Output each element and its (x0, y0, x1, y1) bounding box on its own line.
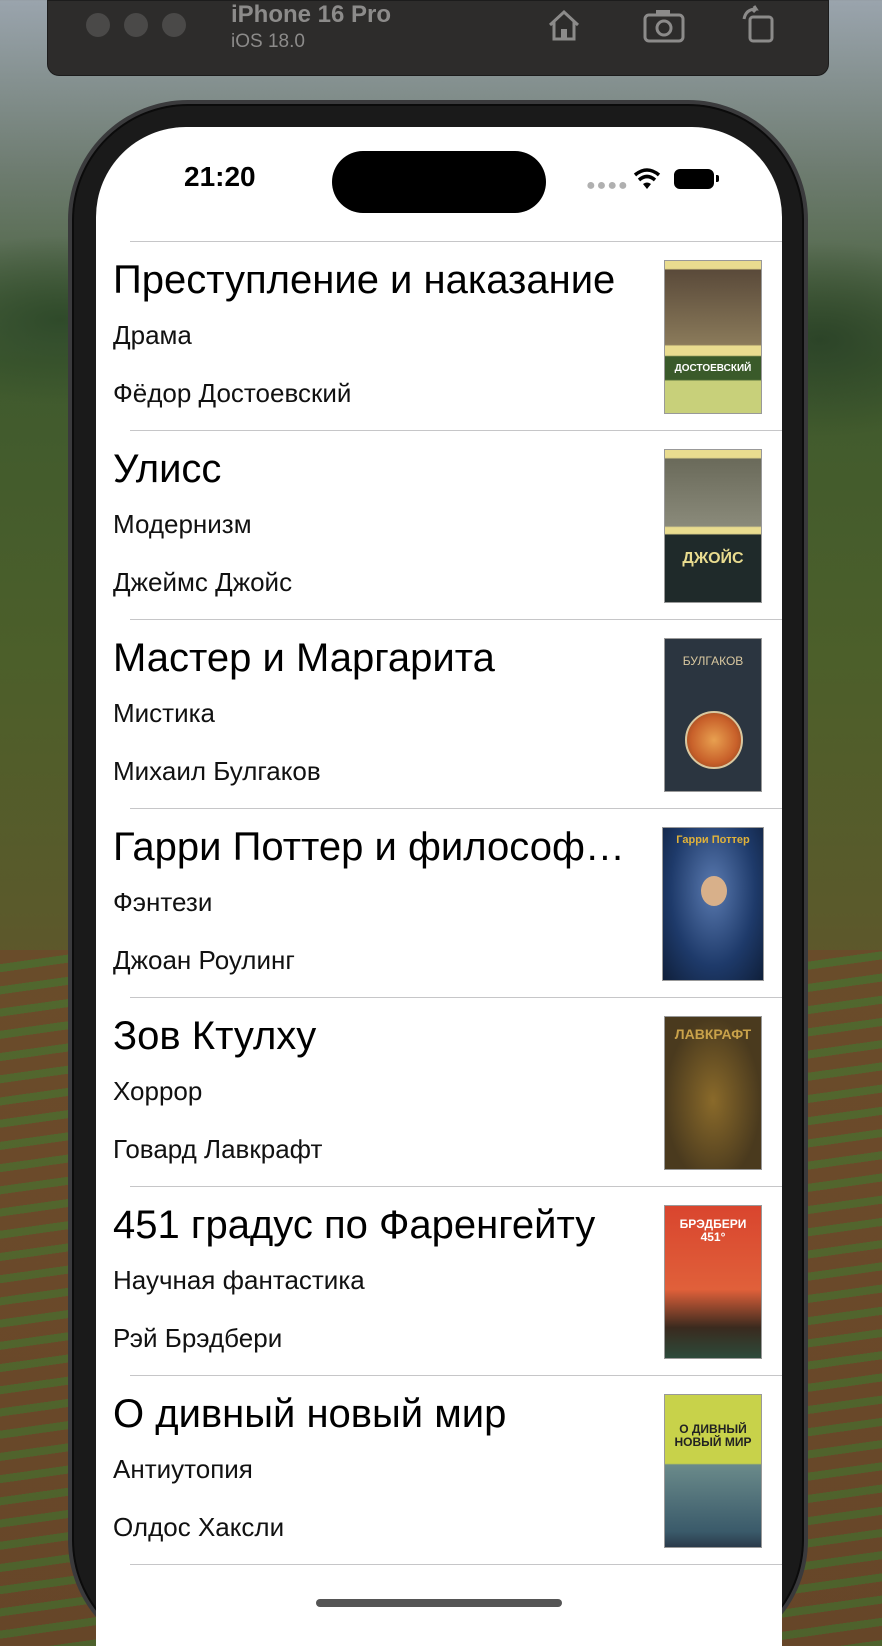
book-genre: Драма (113, 320, 192, 350)
book-author: Говард Лавкрафт (113, 1134, 323, 1164)
cover-title: ЛАВКРАФТ (674, 1026, 752, 1042)
home-indicator[interactable] (316, 1599, 562, 1607)
list-item[interactable]: Гарри Поттер и философский камень Фэнтез… (96, 809, 782, 997)
cover-title: ДЖОЙС (682, 550, 744, 567)
book-cover-image: ЛАВКРАФТ (664, 1016, 762, 1170)
book-genre: Научная фантастика (113, 1265, 365, 1295)
wifi-icon (632, 167, 662, 196)
book-genre: Хоррор (113, 1076, 203, 1106)
book-title: Мастер и Маргарита (113, 636, 495, 680)
cover-title: Гарри Поттер (676, 834, 750, 846)
list-item[interactable]: Зов Ктулху Хоррор Говард Лавкрафт ЛАВКРА… (96, 998, 782, 1186)
book-title: Улисс (113, 447, 222, 491)
close-window-button[interactable] (86, 13, 110, 37)
book-cover-image: О ДИВНЫЙ НОВЫЙ МИР (664, 1394, 762, 1548)
book-title: 451 градус по Фаренгейту (113, 1203, 596, 1247)
dynamic-island (332, 151, 546, 213)
list-item[interactable]: Мастер и Маргарита Мистика Михаил Булгак… (96, 620, 782, 808)
battery-tip (716, 175, 719, 182)
status-icons: ●●●● (586, 167, 726, 197)
list-item[interactable]: 451 градус по Фаренгейту Научная фантаст… (96, 1187, 782, 1375)
book-cover-image: ДОСТОЕВСКИЙ (664, 260, 762, 414)
book-title: О дивный новый мир (113, 1392, 507, 1436)
cover-illustration (701, 876, 727, 906)
book-cover-image: ДЖОЙС (664, 449, 762, 603)
list-separator (130, 1564, 782, 1565)
minimize-window-button[interactable] (124, 13, 148, 37)
cover-title: О ДИВНЫЙ НОВЫЙ МИР (674, 1422, 752, 1450)
screenshot-icon[interactable] (642, 5, 685, 45)
battery-icon (674, 169, 714, 189)
book-author: Джеймс Джойс (113, 567, 293, 597)
book-author: Михаил Булгаков (113, 756, 321, 786)
cover-title: БУЛГАКОВ (682, 654, 744, 668)
phone-screen: 21:20 ●●●● Преступление и наказание Драм… (96, 127, 782, 1646)
cellular-dots-icon: ●●●● (586, 177, 629, 194)
book-cover-image: Гарри Поттер (662, 827, 764, 981)
rotate-icon[interactable] (740, 5, 780, 45)
book-genre: Модернизм (113, 509, 252, 539)
book-title: Гарри Поттер и философский камень (113, 825, 643, 869)
home-icon[interactable] (544, 5, 584, 45)
book-genre: Мистика (113, 698, 216, 728)
book-title: Преступление и наказание (113, 258, 616, 302)
cover-title: ДОСТОЕВСКИЙ (674, 363, 752, 374)
book-author: Рэй Брэдбери (113, 1323, 283, 1353)
book-author: Джоан Роулинг (113, 945, 295, 975)
list-item[interactable]: Улисс Модернизм Джеймс Джойс ДЖОЙС (96, 431, 782, 619)
book-list: Преступление и наказание Драма Фёдор Дос… (96, 241, 782, 1565)
book-author: Олдос Хаксли (113, 1512, 285, 1542)
book-author: Фёдор Достоевский (113, 378, 352, 408)
book-title: Зов Ктулху (113, 1014, 317, 1058)
book-cover-image: БУЛГАКОВ (664, 638, 762, 792)
simulator-toolbar: iPhone 16 Pro iOS 18.0 (47, 0, 829, 76)
zoom-window-button[interactable] (162, 13, 186, 37)
cover-title: БРЭДБЕРИ 451° (679, 1217, 747, 1245)
book-cover-image: БРЭДБЕРИ 451° (664, 1205, 762, 1359)
book-genre: Фэнтези (113, 887, 213, 917)
list-item[interactable]: Преступление и наказание Драма Фёдор Дос… (96, 242, 782, 430)
book-genre: Антиутопия (113, 1454, 253, 1484)
list-item[interactable]: О дивный новый мир Антиутопия Олдос Хакс… (96, 1376, 782, 1564)
status-time: 21:20 (184, 161, 256, 192)
device-name: iPhone 16 Pro (231, 1, 392, 28)
cover-illustration (685, 711, 743, 769)
os-version: iOS 18.0 (231, 31, 305, 52)
